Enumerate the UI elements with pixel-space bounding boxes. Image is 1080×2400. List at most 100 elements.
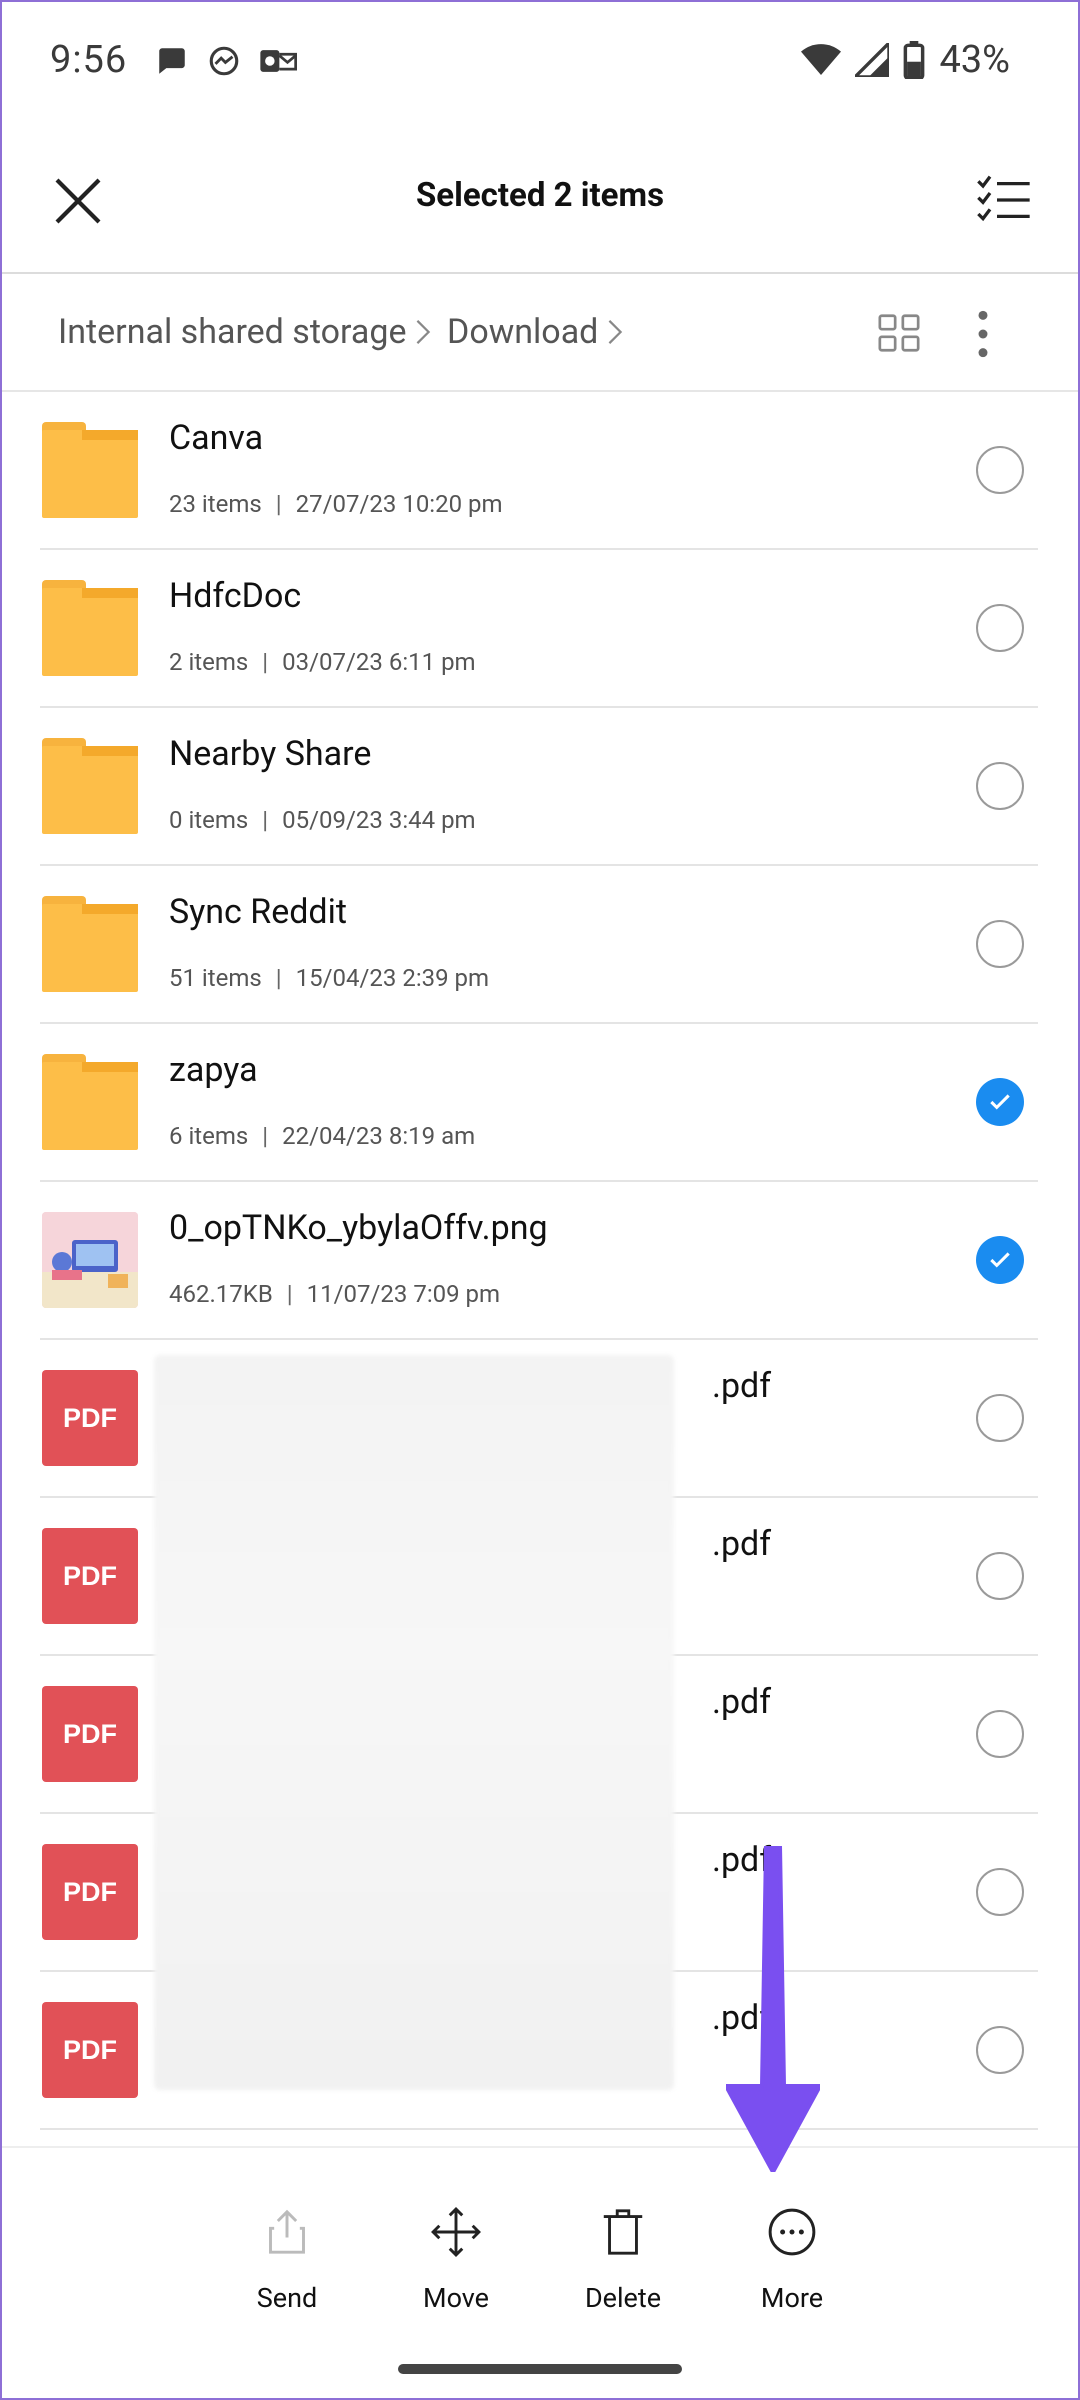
checkbox-unchecked[interactable] [976, 920, 1024, 968]
pdf-icon: PDF [42, 1370, 138, 1466]
item-name: .pdf [712, 1366, 772, 1406]
item-name: .pdf [712, 1682, 772, 1722]
item-name: Sync Reddit [169, 892, 348, 932]
breadcrumb-current[interactable]: Download [447, 312, 598, 352]
item-count: 0 items [169, 806, 249, 834]
item-count: 51 items [169, 964, 262, 992]
item-date: 05/09/23 3:44 pm [282, 806, 476, 834]
item-name: 0_opTNKo_ybylaOffv.png [169, 1208, 548, 1248]
pdf-label: PDF [42, 1686, 138, 1782]
item-meta: 6 items | 22/04/23 8:19 am [169, 1122, 475, 1150]
folder-icon [42, 738, 138, 834]
wifi-icon [801, 44, 842, 75]
move-arrows-icon [431, 2207, 481, 2257]
bottom-action-bar: Send Move Delete More [0, 2146, 1080, 2348]
meta-divider: | [262, 1122, 269, 1150]
send-button[interactable]: Send [222, 2204, 352, 2314]
item-date: 15/04/23 2:39 pm [295, 964, 490, 992]
list-item[interactable]: Sync Reddit 51 items | 15/04/23 2:39 pm [40, 866, 1038, 1024]
move-label: Move [423, 2282, 489, 2314]
annotation-arrow [726, 1846, 820, 2172]
checkbox-unchecked[interactable] [976, 1394, 1024, 1442]
page-title: Selected 2 items [415, 176, 665, 215]
item-count: 2 items [169, 648, 249, 676]
checkbox-unchecked[interactable] [976, 604, 1024, 652]
folder-icon [42, 422, 138, 518]
checkbox-checked[interactable] [976, 1078, 1024, 1126]
more-button[interactable]: More [727, 2204, 857, 2314]
system-icons: 43% [801, 38, 1010, 82]
list-item[interactable]: Nearby Share 0 items | 05/09/23 3:44 pm [40, 708, 1038, 866]
pdf-label: PDF [42, 1844, 138, 1940]
pdf-label: PDF [42, 1370, 138, 1466]
checkmark-icon [990, 1252, 1010, 1268]
checkbox-unchecked[interactable] [976, 446, 1024, 494]
item-date: 22/04/23 8:19 am [282, 1122, 476, 1150]
item-date: 03/07/23 6:11 pm [282, 648, 476, 676]
delete-button[interactable]: Delete [558, 2204, 688, 2314]
battery-icon [904, 41, 925, 79]
item-meta: 462.17KB | 11/07/23 7:09 pm [169, 1280, 500, 1308]
meta-divider: | [275, 964, 282, 992]
item-count: 6 items [169, 1122, 249, 1150]
chevron-right-icon [608, 320, 623, 344]
checkbox-unchecked[interactable] [976, 2026, 1024, 2074]
grid-view-icon[interactable] [876, 310, 922, 356]
delete-label: Delete [584, 2282, 662, 2314]
folder-icon [42, 580, 138, 676]
item-meta: 23 items | 27/07/23 10:20 pm [169, 490, 503, 518]
move-button[interactable]: Move [391, 2204, 521, 2314]
more-label: More [760, 2282, 824, 2314]
status-bar: 9:56 43% [0, 0, 1080, 128]
meta-divider: | [262, 648, 269, 676]
checkbox-unchecked[interactable] [976, 1552, 1024, 1600]
redacted-area [154, 1355, 674, 2090]
chevron-right-icon [416, 320, 431, 344]
list-item[interactable]: 0_opTNKo_ybylaOffv.png 462.17KB | 11/07/23 … [40, 1182, 1038, 1340]
checkbox-unchecked[interactable] [976, 1868, 1024, 1916]
send-label: Send [256, 2282, 318, 2314]
share-icon [269, 2209, 305, 2254]
item-name: .pdf [712, 1524, 772, 1564]
item-meta: 0 items | 05/09/23 3:44 pm [169, 806, 476, 834]
meta-divider: | [262, 806, 269, 834]
pdf-icon: PDF [42, 1686, 138, 1782]
trash-icon [603, 2209, 643, 2255]
checkbox-checked[interactable] [976, 1236, 1024, 1284]
checkbox-unchecked[interactable] [976, 1710, 1024, 1758]
folder-icon [42, 1054, 138, 1150]
item-meta: 51 items | 15/04/23 2:39 pm [169, 964, 489, 992]
list-item[interactable]: Canva 23 items | 27/07/23 10:20 pm [40, 392, 1038, 550]
status-time: 9:56 [50, 38, 128, 82]
notification-icons [155, 44, 297, 78]
outlook-icon [260, 50, 297, 72]
pdf-icon: PDF [42, 1844, 138, 1940]
list-item[interactable]: HdfcDoc 2 items | 03/07/23 6:11 pm [40, 550, 1038, 708]
more-circle-icon [768, 2208, 816, 2256]
item-name: zapya [169, 1050, 258, 1090]
folder-icon [42, 896, 138, 992]
pdf-icon: PDF [42, 2002, 138, 2098]
meta-divider: | [286, 1280, 293, 1308]
checkmark-icon [990, 1094, 1010, 1110]
selection-app-bar: Selected 2 items [0, 128, 1080, 274]
image-thumbnail [42, 1212, 138, 1308]
home-indicator[interactable] [398, 2364, 682, 2374]
checkbox-unchecked[interactable] [976, 762, 1024, 810]
pdf-label: PDF [42, 2002, 138, 2098]
breadcrumb: Internal shared storage Download [0, 274, 1080, 392]
pdf-label: PDF [42, 1528, 138, 1624]
item-name: Canva [169, 418, 264, 458]
meta-divider: | [275, 490, 282, 518]
signal-icon [855, 43, 890, 77]
overflow-menu-icon[interactable] [968, 306, 998, 362]
chat-bubble-icon [159, 48, 185, 74]
battery-percent: 43% [939, 38, 1010, 82]
select-all-icon[interactable] [976, 172, 1032, 228]
list-item[interactable]: zapya 6 items | 22/04/23 8:19 am [40, 1024, 1038, 1182]
item-count: 462.17KB [169, 1280, 273, 1308]
item-meta: 2 items | 03/07/23 6:11 pm [169, 648, 476, 676]
item-name: Nearby Share [169, 734, 372, 774]
breadcrumb-root[interactable]: Internal shared storage [58, 312, 406, 352]
item-count: 23 items [169, 490, 262, 518]
